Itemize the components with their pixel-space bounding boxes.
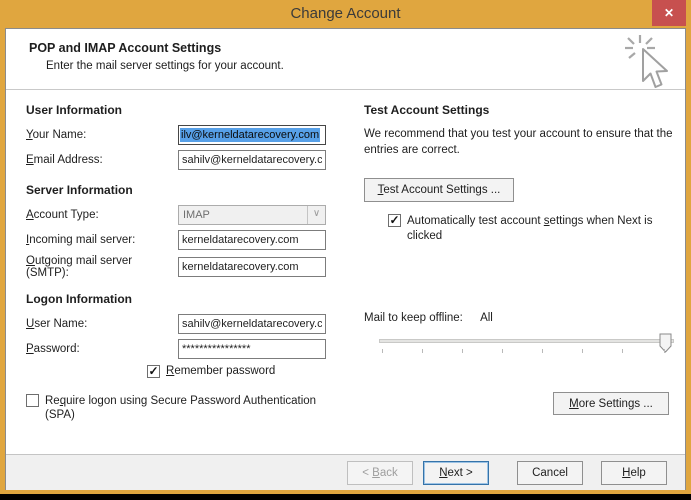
- slider-track[interactable]: [379, 339, 674, 343]
- slider-tick: [462, 349, 463, 353]
- section-logon-information: Logon Information: [26, 292, 132, 306]
- mail-offline-group: Mail to keep offline: All: [364, 312, 682, 359]
- mail-offline-label: Mail to keep offline:: [364, 312, 463, 324]
- checkbox-checked-icon[interactable]: ✓: [388, 214, 401, 227]
- selected-text: ilv@kerneldatarecovery.com: [180, 128, 321, 142]
- user-name-row: User Name:: [26, 314, 356, 334]
- close-button[interactable]: ✕: [652, 0, 686, 26]
- email-row: Email Address:: [26, 150, 356, 170]
- account-settings-column: User Information Your Name: ilv@kernelda…: [16, 90, 356, 422]
- more-settings-button[interactable]: More Settings ...: [553, 392, 669, 415]
- change-account-dialog: Change Account ✕ POP and IMAP Account Se…: [0, 0, 691, 494]
- slider-tick: [622, 349, 623, 353]
- test-settings-description: We recommend that you test your account …: [364, 128, 673, 156]
- section-user-information: User Information: [26, 103, 123, 117]
- titlebar[interactable]: Change Account ✕: [5, 0, 686, 28]
- your-name-label: Your Name:: [26, 129, 87, 141]
- mail-offline-slider[interactable]: [364, 333, 682, 359]
- wizard-header: POP and IMAP Account Settings Enter the …: [6, 29, 685, 90]
- password-input[interactable]: [178, 339, 326, 359]
- incoming-server-row: Incoming mail server:: [26, 230, 356, 250]
- dialog-body: POP and IMAP Account Settings Enter the …: [5, 28, 686, 490]
- slider-tick: [382, 349, 383, 353]
- password-row: Password:: [26, 339, 356, 359]
- cancel-button[interactable]: Cancel: [517, 460, 583, 485]
- close-icon: ✕: [663, 6, 675, 20]
- autotest-label: Automatically test account settings when…: [407, 215, 653, 242]
- spa-label: Require logon using Secure Password Auth…: [45, 395, 317, 421]
- password-label: Password:: [26, 343, 80, 355]
- slider-tick: [502, 349, 503, 353]
- checkbox-checked-icon[interactable]: ✓: [147, 365, 160, 378]
- page-subtitle: Enter the mail server settings for your …: [46, 60, 284, 72]
- section-server-information: Server Information: [26, 183, 133, 197]
- mail-offline-value: All: [480, 312, 493, 324]
- page-title: POP and IMAP Account Settings: [29, 41, 222, 55]
- autotest-checkbox[interactable]: ✓ Automatically test account settings wh…: [388, 214, 686, 244]
- mail-offline-text: Mail to keep offline: All: [364, 312, 682, 324]
- help-button[interactable]: Help: [601, 460, 667, 485]
- slider-tick: [422, 349, 423, 353]
- incoming-server-input[interactable]: [178, 230, 326, 250]
- section-test-account-settings: Test Account Settings: [364, 103, 490, 117]
- email-label: Email Address:: [26, 154, 103, 166]
- your-name-row: Your Name: ilv@kerneldatarecovery.com: [26, 125, 356, 145]
- email-input[interactable]: [178, 150, 326, 170]
- back-button: < Back: [347, 460, 413, 485]
- checkbox-unchecked-icon[interactable]: [26, 394, 39, 407]
- user-name-label: User Name:: [26, 318, 88, 330]
- slider-tick: [664, 349, 665, 353]
- screenshot-stage: Change Account ✕ POP and IMAP Account Se…: [0, 0, 691, 500]
- outgoing-server-label: Outgoing mail server (SMTP):: [26, 255, 133, 279]
- next-button[interactable]: Next >: [423, 460, 489, 485]
- test-settings-column: Test Account Settings We recommend that …: [361, 90, 686, 244]
- outgoing-server-row: Outgoing mail server (SMTP):: [26, 255, 356, 279]
- incoming-server-label: Incoming mail server:: [26, 234, 136, 246]
- outgoing-server-input[interactable]: [178, 257, 326, 277]
- user-name-input[interactable]: [178, 314, 326, 334]
- slider-tick: [582, 349, 583, 353]
- your-name-input[interactable]: ilv@kerneldatarecovery.com: [178, 125, 326, 145]
- account-type-value: IMAP: [183, 209, 210, 221]
- remember-password-label: Remember password: [166, 365, 276, 377]
- slider-thumb[interactable]: [659, 333, 672, 356]
- spa-checkbox[interactable]: Require logon using Secure Password Auth…: [26, 394, 356, 422]
- account-type-row: Account Type: IMAP ∨: [26, 205, 356, 225]
- form-content: User Information Your Name: ilv@kernelda…: [6, 90, 685, 454]
- slider-tick: [542, 349, 543, 353]
- button-bar: < Back Next > Cancel Help: [6, 454, 685, 490]
- account-type-dropdown: IMAP ∨: [178, 205, 326, 225]
- test-account-settings-button[interactable]: Test Account Settings ...: [364, 178, 514, 202]
- chevron-down-icon: ∨: [307, 206, 325, 224]
- window-title: Change Account: [290, 5, 401, 22]
- remember-password-checkbox[interactable]: ✓ Remember password: [147, 365, 356, 378]
- cursor-click-icon: [623, 33, 675, 96]
- account-type-label: Account Type:: [26, 209, 99, 221]
